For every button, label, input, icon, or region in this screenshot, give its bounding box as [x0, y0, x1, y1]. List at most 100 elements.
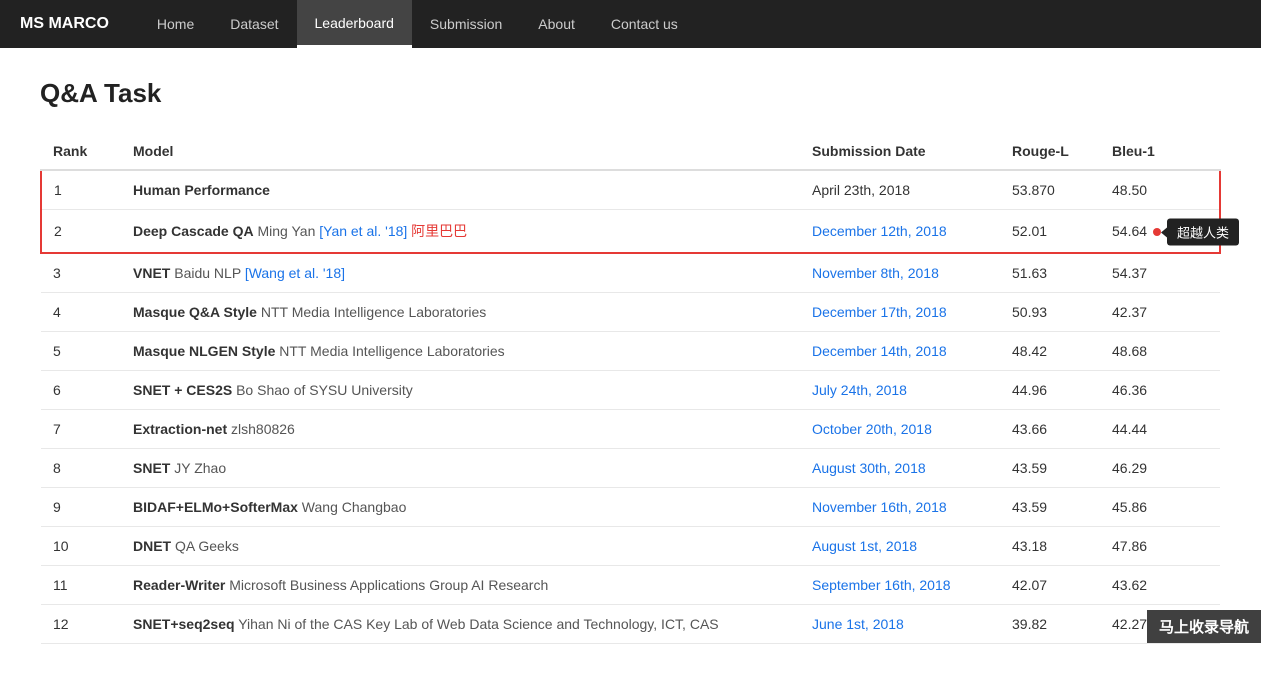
model-sub: QA Geeks [171, 538, 239, 554]
cell-date[interactable]: November 8th, 2018 [800, 253, 1000, 293]
table-row: 4Masque Q&A Style NTT Media Intelligence… [41, 293, 1220, 332]
model-name: Reader-Writer [133, 577, 225, 593]
model-name: BIDAF+ELMo+SofterMax [133, 499, 298, 515]
cell-rouge: 43.59 [1000, 449, 1100, 488]
model-sub: Bo Shao of SYSU University [232, 382, 413, 398]
nav-link-leaderboard[interactable]: Leaderboard [297, 0, 412, 48]
cell-model: VNET Baidu NLP [Wang et al. '18] [121, 253, 800, 293]
date-link[interactable]: December 17th, 2018 [812, 304, 947, 320]
table-header-row: Rank Model Submission Date Rouge-L Bleu-… [41, 133, 1220, 170]
cell-rank: 3 [41, 253, 121, 293]
cell-rouge: 39.82 [1000, 605, 1100, 644]
model-name: Human Performance [133, 182, 270, 198]
cell-date[interactable]: December 12th, 2018 [800, 210, 1000, 254]
model-pre-link: Baidu NLP [170, 265, 244, 281]
page-title: Q&A Task [40, 78, 1221, 109]
cell-date[interactable]: December 14th, 2018 [800, 332, 1000, 371]
cell-model: SNET + CES2S Bo Shao of SYSU University [121, 371, 800, 410]
date-link[interactable]: August 30th, 2018 [812, 460, 926, 476]
model-reference-link[interactable]: [Wang et al. '18] [245, 265, 345, 281]
table-row: 10DNET QA GeeksAugust 1st, 201843.1847.8… [41, 527, 1220, 566]
model-name: SNET [133, 460, 170, 476]
dot-tooltip-wrapper: 超越人类 [1149, 228, 1161, 236]
date-link[interactable]: November 8th, 2018 [812, 265, 939, 281]
exceeds-human-tooltip: 超越人类 [1167, 219, 1239, 246]
model-name: VNET [133, 265, 170, 281]
model-name: SNET + CES2S [133, 382, 232, 398]
cell-date[interactable]: November 16th, 2018 [800, 488, 1000, 527]
model-name: Extraction-net [133, 421, 227, 437]
date-link[interactable]: December 12th, 2018 [812, 223, 947, 239]
cell-rouge: 51.63 [1000, 253, 1100, 293]
date-link[interactable]: October 20th, 2018 [812, 421, 932, 437]
cell-date[interactable]: December 17th, 2018 [800, 293, 1000, 332]
col-header-rank: Rank [41, 133, 121, 170]
cell-rouge: 43.59 [1000, 488, 1100, 527]
model-sub: NTT Media Intelligence Laboratories [257, 304, 486, 320]
col-header-date: Submission Date [800, 133, 1000, 170]
nav-link-submission[interactable]: Submission [412, 0, 520, 48]
brand-logo[interactable]: MS MARCO [20, 15, 109, 33]
cell-rank: 8 [41, 449, 121, 488]
nav-item-home[interactable]: Home [139, 0, 212, 48]
model-sub: zlsh80826 [227, 421, 295, 437]
col-header-model: Model [121, 133, 800, 170]
nav-link-about[interactable]: About [520, 0, 593, 48]
table-row: 9BIDAF+ELMo+SofterMax Wang ChangbaoNovem… [41, 488, 1220, 527]
col-header-bleu: Bleu-1 [1100, 133, 1220, 170]
cell-rank: 4 [41, 293, 121, 332]
cell-rank: 10 [41, 527, 121, 566]
date-link[interactable]: August 1st, 2018 [812, 538, 917, 554]
table-row: 12 SNET+seq2seq Yihan Ni of the CAS Key L… [41, 605, 1220, 644]
nav-item-contact[interactable]: Contact us [593, 0, 696, 48]
cell-rouge: 44.96 [1000, 371, 1100, 410]
cell-date[interactable]: August 1st, 2018 [800, 527, 1000, 566]
cell-date: April 23th, 2018 [800, 170, 1000, 210]
cell-date[interactable]: July 24th, 2018 [800, 371, 1000, 410]
cell-date[interactable]: August 30th, 2018 [800, 449, 1000, 488]
nav-item-about[interactable]: About [520, 0, 593, 48]
model-sub: Wang Changbao [298, 499, 406, 515]
nav-item-dataset[interactable]: Dataset [212, 0, 296, 48]
date-link[interactable]: June 1st, 2018 [812, 616, 904, 632]
nav-link-contact[interactable]: Contact us [593, 0, 696, 48]
cell-date[interactable]: September 16th, 2018 [800, 566, 1000, 605]
model-reference-link[interactable]: [Yan et al. '18] [319, 223, 407, 239]
cell-rank: 11 [41, 566, 121, 605]
table-row: 8SNET JY ZhaoAugust 30th, 201843.5946.29 [41, 449, 1220, 488]
cell-bleu: 46.29 [1100, 449, 1220, 488]
nav-link-home[interactable]: Home [139, 0, 212, 48]
cell-rank: 2 [41, 210, 121, 254]
model-name: Masque NLGEN Style [133, 343, 275, 359]
table-row: 2Deep Cascade QA Ming Yan [Yan et al. '1… [41, 210, 1220, 254]
leaderboard-table: Rank Model Submission Date Rouge-L Bleu-… [40, 133, 1221, 644]
navbar: MS MARCO Home Dataset Leaderboard Submis… [0, 0, 1261, 48]
model-sub: Yihan Ni of the CAS Key Lab of Web Data … [235, 616, 719, 632]
nav-item-submission[interactable]: Submission [412, 0, 520, 48]
cell-model: BIDAF+ELMo+SofterMax Wang Changbao [121, 488, 800, 527]
cell-model: Masque NLGEN Style NTT Media Intelligenc… [121, 332, 800, 371]
cell-rank: 1 [41, 170, 121, 210]
date-link[interactable]: September 16th, 2018 [812, 577, 951, 593]
watermark-badge: 马上收录导航 [1147, 610, 1261, 643]
date-link[interactable]: July 24th, 2018 [812, 382, 907, 398]
nav-item-leaderboard[interactable]: Leaderboard [297, 0, 412, 48]
cell-model: Deep Cascade QA Ming Yan [Yan et al. '18… [121, 210, 800, 254]
table-row: 3VNET Baidu NLP [Wang et al. '18]Novembe… [41, 253, 1220, 293]
cell-model: Human Performance [121, 170, 800, 210]
date-link[interactable]: December 14th, 2018 [812, 343, 947, 359]
cell-bleu: 54.37 [1100, 253, 1220, 293]
model-name: Deep Cascade QA [133, 223, 254, 239]
cell-rouge: 43.18 [1000, 527, 1100, 566]
cell-model: Reader-Writer Microsoft Business Applica… [121, 566, 800, 605]
cell-date[interactable]: October 20th, 2018 [800, 410, 1000, 449]
table-row: 5Masque NLGEN Style NTT Media Intelligen… [41, 332, 1220, 371]
cell-date[interactable]: June 1st, 2018 [800, 605, 1000, 644]
cell-bleu: 42.37 [1100, 293, 1220, 332]
date-link[interactable]: November 16th, 2018 [812, 499, 947, 515]
model-name: SNET+seq2seq [133, 616, 235, 632]
nav-link-dataset[interactable]: Dataset [212, 0, 296, 48]
cell-bleu: 46.36 [1100, 371, 1220, 410]
cell-rank: 5 [41, 332, 121, 371]
cell-rank: 12 [41, 605, 121, 644]
